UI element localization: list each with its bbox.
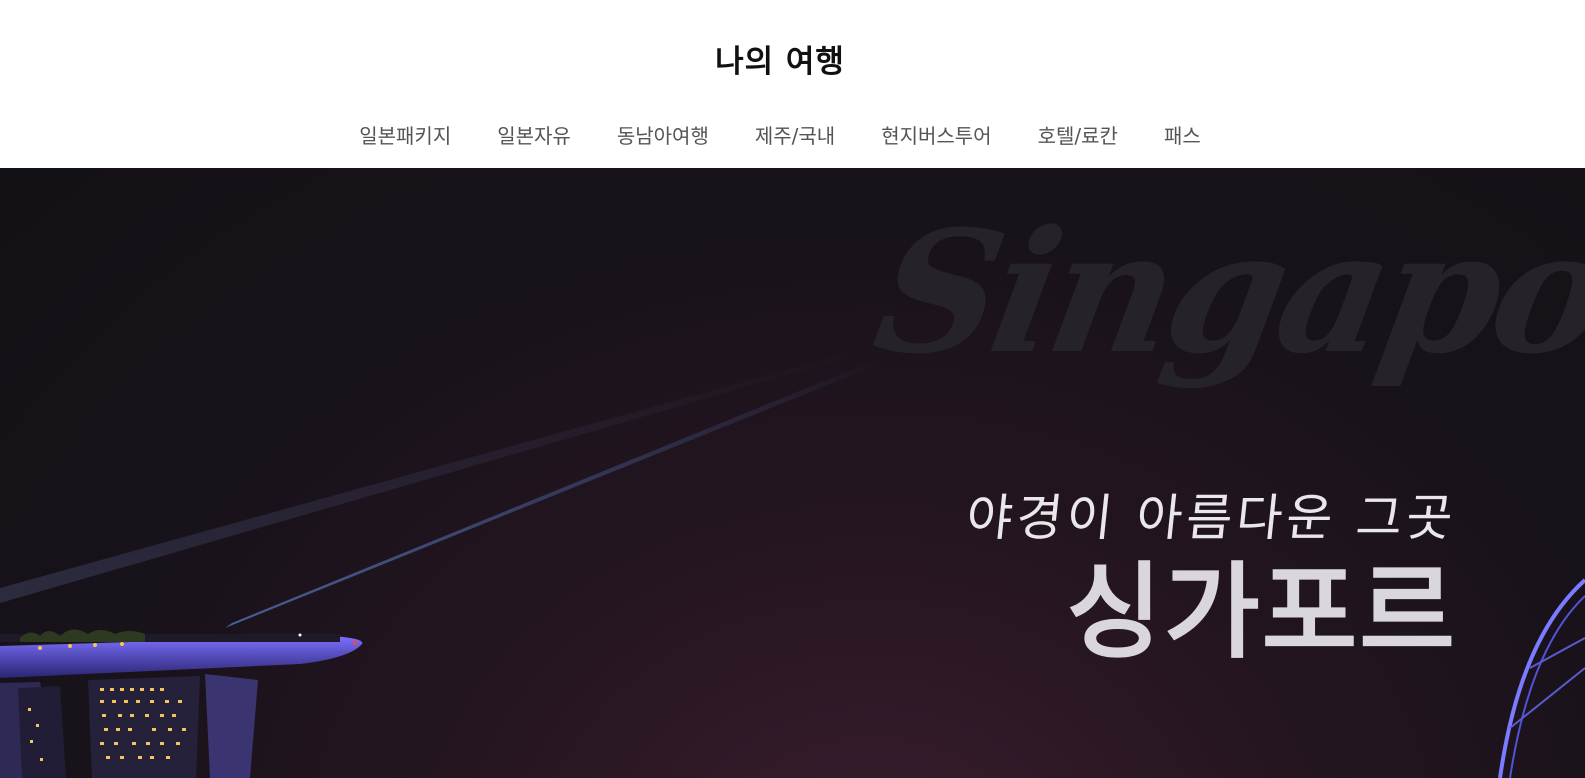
nav-item-southeast-asia[interactable]: 동남아여행 xyxy=(594,120,732,152)
hero-watermark: Singapore xyxy=(862,193,1585,391)
nav-item-hotel-ryokan[interactable]: 호텔/료칸 xyxy=(1015,120,1141,152)
ferris-wheel xyxy=(1498,578,1585,778)
skypark-building xyxy=(0,629,363,778)
site-header: 나의 여행 일본패키지 일본자유 동남아여행 제주/국내 현지버스투어 호텔/료… xyxy=(0,0,1585,168)
nav-item-local-bus-tour[interactable]: 현지버스투어 xyxy=(858,120,1014,152)
light-beam xyxy=(225,358,880,628)
nav-item-jeju-domestic[interactable]: 제주/국내 xyxy=(732,120,858,152)
hero-subtitle: 야경이 아름다운 그곳 xyxy=(963,489,1460,547)
main-nav: 일본패키지 일본자유 동남아여행 제주/국내 현지버스투어 호텔/료칸 패스 xyxy=(0,120,1560,152)
nav-item-japan-package[interactable]: 일본패키지 xyxy=(336,120,474,152)
hero-headline: 싱가포르 xyxy=(1066,551,1457,673)
light-beam-faint xyxy=(0,344,880,603)
nav-item-japan-free[interactable]: 일본자유 xyxy=(474,120,594,152)
hero-banner: Singapore 야경이 아름다운 그곳 싱가포르 xyxy=(0,168,1585,778)
site-title[interactable]: 나의 여행 xyxy=(0,36,1560,81)
nav-item-pass[interactable]: 패스 xyxy=(1141,120,1224,152)
